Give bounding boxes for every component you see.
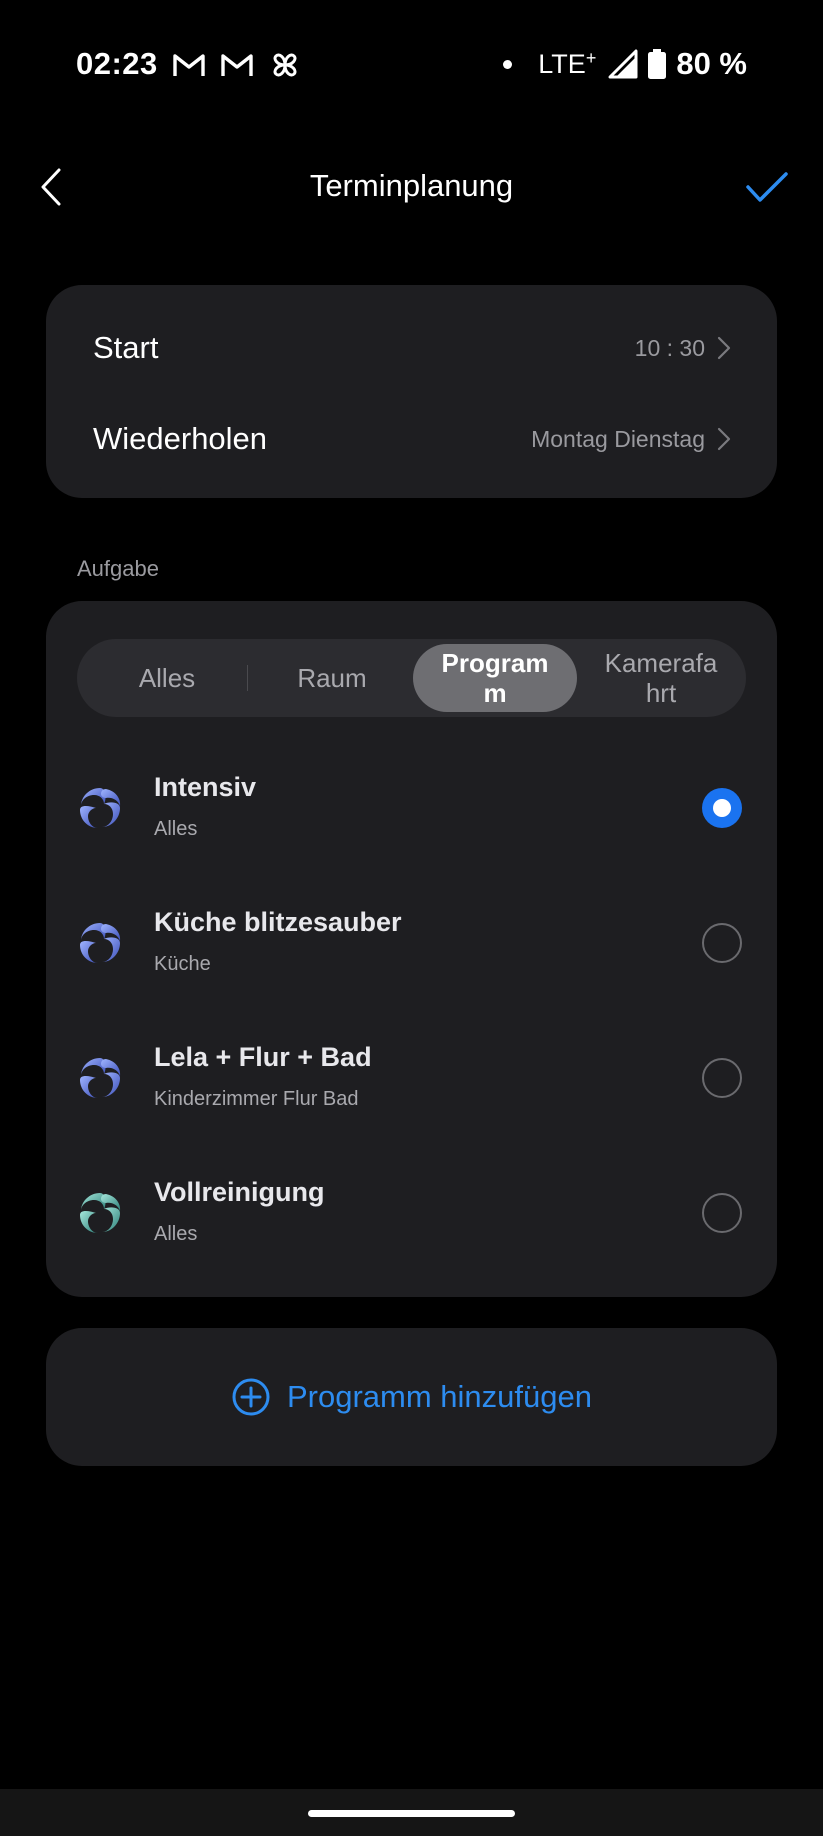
app-header: Terminplanung — [0, 150, 823, 224]
gmail-icon — [221, 54, 253, 76]
swirl-blue-icon — [80, 788, 121, 828]
swirl-blue-icon — [80, 1058, 121, 1098]
start-label: Start — [93, 330, 159, 365]
schedule-card: Start 10 : 30 Wiederholen Montag Diensta… — [46, 285, 777, 498]
tab-programm[interactable]: Programm — [413, 644, 577, 712]
tab-kamerafahrt[interactable]: Kamerafahrt — [579, 644, 743, 712]
repeat-value: Montag Dienstag — [531, 425, 705, 452]
signal-icon — [608, 49, 638, 79]
checkmark-icon — [746, 172, 788, 202]
battery-icon — [648, 49, 667, 79]
program-subtitle: Kinderzimmer Flur Bad — [154, 1088, 359, 1110]
add-program-label: Programm hinzufügen — [287, 1379, 592, 1414]
program-item[interactable]: Vollreinigung Alles — [46, 1151, 777, 1271]
program-subtitle: Küche — [154, 953, 211, 975]
repeat-label: Wiederholen — [93, 421, 268, 456]
tab-alles[interactable]: Alles — [85, 644, 249, 712]
program-item[interactable]: Intensiv Alles — [46, 746, 777, 866]
program-name: Vollreinigung — [154, 1177, 325, 1207]
chevron-right-icon — [717, 427, 731, 451]
tab-raum[interactable]: Raum — [250, 644, 414, 712]
swirl-blue-icon — [80, 923, 121, 963]
program-name: Lela + Flur + Bad — [154, 1042, 372, 1072]
notification-icons — [172, 50, 302, 80]
home-indicator[interactable] — [308, 1810, 515, 1817]
program-radio[interactable] — [702, 1193, 742, 1233]
program-name: Küche blitzesauber — [154, 907, 402, 937]
tab-divider — [247, 665, 248, 691]
add-circle-icon — [232, 1378, 270, 1416]
program-item[interactable]: Lela + Flur + Bad Kinderzimmer Flur Bad — [46, 1016, 777, 1136]
program-item[interactable]: Küche blitzesauber Küche — [46, 881, 777, 1001]
status-right: LTE+ 80 % — [503, 46, 747, 82]
notification-dot — [503, 59, 513, 69]
status-bar: 02:23 LTE+ 80 % — [0, 0, 823, 130]
program-radio[interactable] — [702, 923, 742, 963]
program-subtitle: Alles — [154, 818, 198, 840]
add-program-card: Programm hinzufügen — [46, 1328, 777, 1466]
navigation-bar — [0, 1789, 823, 1836]
task-card: Alles Raum Programm Kamerafahrt Intensiv… — [46, 601, 777, 1297]
repeat-row[interactable]: Wiederholen Montag Dienstag — [46, 394, 777, 484]
gmail-icon — [173, 54, 205, 76]
confirm-button[interactable] — [739, 164, 795, 210]
task-type-tabs: Alles Raum Programm Kamerafahrt — [77, 639, 746, 717]
add-program-button[interactable]: Programm hinzufügen — [46, 1328, 777, 1466]
swirl-teal-icon — [80, 1193, 121, 1233]
page-title: Terminplanung — [309, 168, 514, 203]
network-type: LTE+ — [538, 48, 597, 79]
battery-level: 80 % — [676, 46, 747, 81]
chevron-right-icon — [717, 336, 731, 360]
program-radio[interactable] — [702, 1058, 742, 1098]
status-time: 02:23 — [76, 46, 158, 81]
program-radio-selected[interactable] — [702, 788, 742, 828]
task-section-label: Aufgabe — [77, 556, 159, 581]
program-name: Intensiv — [154, 772, 257, 802]
start-value: 10 : 30 — [634, 334, 705, 361]
pinwheel-app-icon — [273, 53, 297, 77]
start-time-row[interactable]: Start 10 : 30 — [46, 303, 777, 393]
program-subtitle: Alles — [154, 1223, 198, 1245]
